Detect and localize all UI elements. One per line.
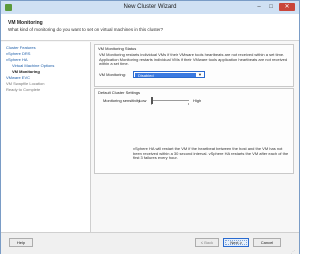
maximize-button[interactable]: □	[266, 3, 276, 11]
wizard-footer: Help ≤ Back Next ≥ Cancel ⋰	[1, 232, 299, 254]
resize-grip-icon[interactable]: ⋰	[291, 249, 297, 254]
vm-monitoring-status-group: VM Monitoring Status VM Monitoring resta…	[94, 44, 294, 87]
sensitivity-slider-track[interactable]	[151, 100, 189, 101]
wizard-header: VM Monitoring What kind of monitoring do…	[1, 14, 299, 41]
page-subtitle: What kind of monitoring do you want to s…	[8, 27, 164, 32]
page-title: VM Monitoring	[8, 20, 43, 26]
vm-monitoring-dropdown[interactable]: Disabled ▼	[133, 71, 205, 78]
sensitivity-slider-thumb[interactable]	[151, 97, 153, 104]
vm-monitoring-label: VM Monitoring:	[99, 72, 126, 77]
sensitivity-high-label: High	[193, 98, 202, 103]
nav-item-vm-swapfile-location: VM Swapfile Location	[6, 81, 45, 86]
nav-item-vsphere-ha[interactable]: vSphere HA	[6, 57, 28, 62]
settings-group-title: Default Cluster Settings	[98, 90, 141, 95]
cancel-button[interactable]: Cancel	[253, 238, 281, 247]
next-button[interactable]: Next ≥	[223, 238, 249, 247]
nav-item-vmware-evc[interactable]: VMware EVC	[6, 75, 30, 80]
status-group-title: VM Monitoring Status	[98, 46, 137, 51]
nav-item-cluster-features[interactable]: Cluster Features	[6, 45, 36, 50]
content-panel: VM Monitoring Status VM Monitoring resta…	[94, 44, 298, 230]
nav-item-vsphere-drs[interactable]: vSphere DRS	[6, 51, 30, 56]
nav-item-ready-to-complete: Ready to Complete	[6, 87, 41, 92]
nav-item-vm-monitoring[interactable]: VM Monitoring	[12, 69, 40, 74]
dropdown-selection-highlight: Disabled	[135, 73, 196, 78]
nav-item-virtual-machine-options[interactable]: Virtual Machine Options	[12, 63, 54, 68]
sensitivity-low-label: Low	[139, 98, 147, 103]
wizard-steps-nav: Cluster Features vSphere DRS vSphere HA …	[1, 42, 91, 232]
status-description: VM Monitoring restarts individual VMs if…	[99, 52, 288, 67]
focus-ring	[225, 240, 247, 245]
dropdown-selected-value: Disabled	[138, 73, 154, 78]
help-button[interactable]: Help	[9, 238, 33, 247]
back-button[interactable]: ≤ Back	[195, 238, 219, 247]
title-bar: New Cluster Wizard – □ ✕	[1, 1, 299, 14]
minimize-button[interactable]: –	[254, 3, 264, 11]
wizard-window: New Cluster Wizard – □ ✕ VM Monitoring W…	[0, 0, 300, 254]
chevron-down-icon[interactable]: ▼	[197, 72, 203, 77]
default-cluster-settings-group: Default Cluster Settings Monitoring sens…	[94, 88, 294, 174]
sensitivity-label: Monitoring sensitivity:	[103, 98, 142, 103]
restart-policy-note: vSphere HA will restart the VM if the he…	[133, 146, 289, 161]
close-button[interactable]: ✕	[279, 3, 295, 11]
sensitivity-slider-ticks	[151, 103, 189, 105]
